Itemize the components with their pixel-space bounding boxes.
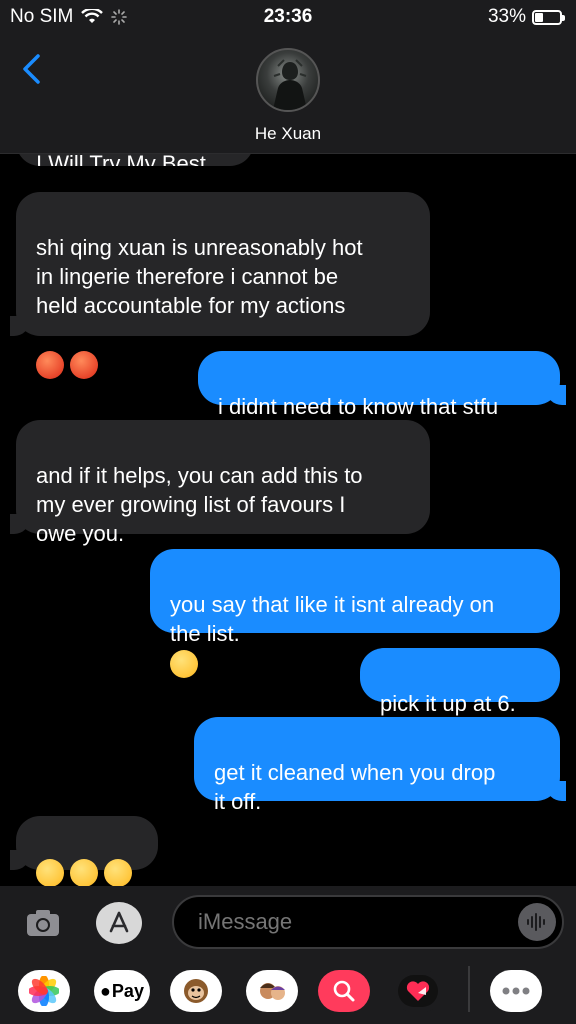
contact-name[interactable]: He Xuan [0, 124, 576, 144]
memoji-app-button[interactable] [246, 970, 298, 1012]
message-bubble-outgoing[interactable]: pick it up at 6. [360, 648, 560, 716]
apple-pay-label: Pay [111, 980, 144, 1001]
monkey-animoji-icon [184, 979, 208, 1003]
conversation-header: He Xuan [0, 34, 576, 154]
app-drawer-divider [468, 966, 470, 1012]
imessage-input[interactable] [172, 895, 564, 949]
unamused-face-emoji-icon [170, 650, 198, 679]
image-search-icon [333, 980, 355, 1002]
message-bubble-outgoing[interactable]: i didnt need to know that stfu [198, 351, 566, 419]
message-text: you say that like it isnt already on the… [170, 592, 495, 646]
animoji-app-button[interactable] [170, 970, 222, 1012]
photos-app-button[interactable] [18, 970, 70, 1012]
battery-percent: 33% [487, 6, 526, 27]
camera-icon[interactable] [24, 904, 62, 942]
apple-pay-button[interactable]: ● Pay [94, 970, 150, 1012]
image-search-app-button[interactable] [318, 970, 370, 1012]
compose-bar: ● Pay [0, 886, 576, 1024]
app-store-button[interactable] [96, 902, 142, 944]
message-bubble-incoming[interactable]: and if it helps, you can add this to my … [10, 420, 430, 546]
message-text: shi qing xuan is unreasonably hot in lin… [36, 235, 363, 318]
star-struck-emoji-icon [104, 859, 132, 886]
avatar-figure-icon [272, 59, 308, 110]
message-bubble-incoming[interactable]: shi qing xuan is unreasonably hot in lin… [10, 192, 430, 380]
status-right: 33% [487, 6, 565, 28]
more-icon [502, 987, 530, 995]
battery-icon [532, 9, 565, 25]
digital-touch-icon [398, 975, 438, 1007]
message-bubble-outgoing[interactable]: get it cleaned when you drop it off. [194, 717, 566, 814]
app-store-icon [109, 911, 129, 933]
message-bubble-incoming[interactable] [10, 816, 158, 886]
message-bubble-outgoing[interactable]: you say that like it isnt already on the… [150, 549, 560, 679]
apple-logo-icon: ● [100, 980, 111, 1001]
message-text: i didnt need to know that stfu [218, 394, 499, 419]
message-text: and if it helps, you can add this to my … [36, 463, 363, 546]
photos-icon [29, 976, 59, 1006]
back-chevron-icon[interactable] [18, 52, 48, 86]
audio-message-button[interactable] [518, 903, 556, 941]
app-drawer: ● Pay [0, 966, 576, 1016]
more-apps-button[interactable] [490, 970, 542, 1012]
contact-avatar[interactable] [256, 48, 320, 112]
message-field[interactable] [198, 909, 508, 935]
hot-face-emoji-icon [36, 351, 64, 380]
star-struck-emoji-icon [36, 859, 64, 886]
waveform-icon [527, 913, 545, 931]
star-struck-emoji-icon [70, 859, 98, 886]
hot-face-emoji-icon [70, 351, 98, 380]
memoji-icon [260, 983, 285, 1000]
digital-touch-app-button[interactable] [392, 970, 444, 1012]
message-text: get it cleaned when you drop it off. [214, 760, 496, 814]
message-thread[interactable]: I Will Try My Best. shi qing xuan is unr… [0, 130, 576, 886]
message-text: pick it up at 6. [380, 691, 516, 716]
battery-level [535, 12, 543, 22]
status-bar: No SIM 23:36 33% [0, 0, 576, 34]
